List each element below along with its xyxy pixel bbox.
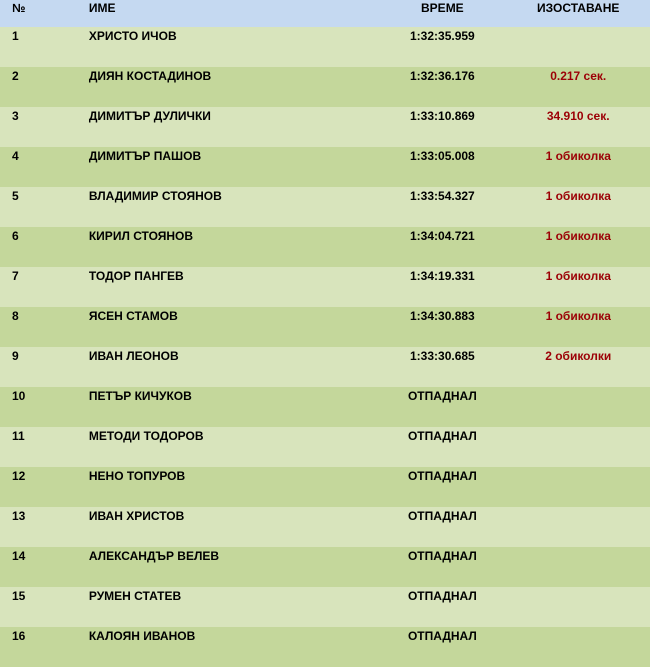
cell-gap xyxy=(506,427,650,467)
cell-gap: 2 обиколки xyxy=(545,349,612,363)
cell-gap: 1 обиколка xyxy=(545,269,611,283)
table-row: 16 КАЛОЯН ИВАНОВ ОТПАДНАЛ xyxy=(0,627,650,667)
table-row: 4 ДИМИТЪР ПАШОВ 1:33:05.008 1 обиколка xyxy=(0,147,650,187)
table-row: 15 РУМЕН СТАТЕВ ОТПАДНАЛ xyxy=(0,587,650,627)
column-header-gap: ИЗОСТАВАНЕ xyxy=(537,1,620,15)
cell-name: ИВАН ЛЕОНОВ xyxy=(88,349,179,363)
cell-name: ТОДОР ПАНГЕВ xyxy=(88,269,184,283)
results-body: 1 ХРИСТО ИЧОВ 1:32:35.959 2 ДИЯН КОСТАДИНОВ 1… xyxy=(0,27,650,667)
column-header-name: ИМЕ xyxy=(88,1,116,15)
cell-time: 1:34:19.331 xyxy=(410,269,475,283)
cell-position: 8 xyxy=(12,309,19,323)
table-row: 12 НЕНО ТОПУРОВ ОТПАДНАЛ xyxy=(0,467,650,507)
cell-name: ПЕТЪР КИЧУКОВ xyxy=(88,389,192,403)
cell-position: 15 xyxy=(12,589,26,603)
table-row: 3 ДИМИТЪР ДУЛИЧКИ 1:33:10.869 34.910 сек. xyxy=(0,107,650,147)
cell-time: ОТПАДНАЛ xyxy=(407,389,477,403)
cell-name: ДИМИТЪР ДУЛИЧКИ xyxy=(88,109,211,123)
cell-name: КИРИЛ СТОЯНОВ xyxy=(88,229,194,243)
cell-gap xyxy=(506,587,650,627)
table-row: 13 ИВАН ХРИСТОВ ОТПАДНАЛ xyxy=(0,507,650,547)
cell-position: 5 xyxy=(12,189,19,203)
table-row: 1 ХРИСТО ИЧОВ 1:32:35.959 xyxy=(0,27,650,67)
cell-name: КАЛОЯН ИВАНОВ xyxy=(88,629,196,643)
cell-position: 14 xyxy=(12,549,26,563)
cell-position: 2 xyxy=(12,69,19,83)
table-row: 7 ТОДОР ПАНГЕВ 1:34:19.331 1 обиколка xyxy=(0,267,650,307)
cell-gap xyxy=(506,627,650,667)
cell-time: ОТПАДНАЛ xyxy=(407,509,477,523)
cell-gap xyxy=(506,27,650,67)
table-row: 9 ИВАН ЛЕОНОВ 1:33:30.685 2 обиколки xyxy=(0,347,650,387)
table-row: 14 АЛЕКСАНДЪР ВЕЛЕВ ОТПАДНАЛ xyxy=(0,547,650,587)
cell-position: 12 xyxy=(12,469,26,483)
cell-gap xyxy=(506,547,650,587)
cell-time: 1:34:30.883 xyxy=(410,309,475,323)
cell-time: ОТПАДНАЛ xyxy=(407,629,477,643)
cell-name: ВЛАДИМИР СТОЯНОВ xyxy=(88,189,222,203)
cell-position: 16 xyxy=(12,629,26,643)
cell-position: 9 xyxy=(12,349,19,363)
cell-position: 6 xyxy=(12,229,19,243)
cell-name: ДИЯН КОСТАДИНОВ xyxy=(88,69,212,83)
cell-time: 1:33:10.869 xyxy=(410,109,475,123)
cell-gap: 1 обиколка xyxy=(545,149,611,163)
cell-gap: 0.217 сек. xyxy=(550,69,607,83)
cell-name: ДИМИТЪР ПАШОВ xyxy=(88,149,202,163)
table-row: 10 ПЕТЪР КИЧУКОВ ОТПАДНАЛ xyxy=(0,387,650,427)
cell-gap xyxy=(506,387,650,427)
cell-time: 1:33:30.685 xyxy=(410,349,475,363)
cell-name: РУМЕН СТАТЕВ xyxy=(88,589,182,603)
cell-position: 3 xyxy=(12,109,19,123)
cell-time: 1:32:35.959 xyxy=(410,29,475,43)
cell-name: ХРИСТО ИЧОВ xyxy=(88,29,177,43)
table-row: 2 ДИЯН КОСТАДИНОВ 1:32:36.176 0.217 сек. xyxy=(0,67,650,107)
table-row: 6 КИРИЛ СТОЯНОВ 1:34:04.721 1 обиколка xyxy=(0,227,650,267)
cell-name: ЯСЕН СТАМОВ xyxy=(88,309,178,323)
cell-time: 1:33:05.008 xyxy=(410,149,475,163)
table-row: 8 ЯСЕН СТАМОВ 1:34:30.883 1 обиколка xyxy=(0,307,650,347)
cell-position: 1 xyxy=(12,29,19,43)
cell-time: ОТПАДНАЛ xyxy=(407,589,477,603)
cell-position: 11 xyxy=(12,429,25,443)
cell-position: 13 xyxy=(12,509,26,523)
cell-gap xyxy=(506,507,650,547)
cell-time: 1:34:04.721 xyxy=(410,229,475,243)
cell-position: 7 xyxy=(12,269,19,283)
cell-time: ОТПАДНАЛ xyxy=(407,549,477,563)
cell-name: АЛЕКСАНДЪР ВЕЛЕВ xyxy=(88,549,220,563)
results-table: № ИМЕ ВРЕМЕ ИЗОСТАВАНЕ 1 ХРИСТО ИЧОВ 1:32:… xyxy=(0,0,650,667)
cell-name: ИВАН ХРИСТОВ xyxy=(88,509,185,523)
cell-gap: 1 обиколка xyxy=(545,189,611,203)
column-header-position: № xyxy=(12,1,26,15)
cell-name: МЕТОДИ ТОДОРОВ xyxy=(88,429,204,443)
cell-name: НЕНО ТОПУРОВ xyxy=(88,469,186,483)
table-header-row: № ИМЕ ВРЕМЕ ИЗОСТАВАНЕ xyxy=(0,0,650,27)
cell-gap xyxy=(506,467,650,507)
cell-position: 10 xyxy=(12,389,26,403)
cell-gap: 1 обиколка xyxy=(545,309,611,323)
cell-time: ОТПАДНАЛ xyxy=(407,469,477,483)
cell-time: 1:32:36.176 xyxy=(410,69,475,83)
cell-time: 1:33:54.327 xyxy=(410,189,475,203)
cell-gap: 1 обиколка xyxy=(545,229,611,243)
table-row: 5 ВЛАДИМИР СТОЯНОВ 1:33:54.327 1 обиколка xyxy=(0,187,650,227)
cell-time: ОТПАДНАЛ xyxy=(407,429,477,443)
column-header-time: ВРЕМЕ xyxy=(421,1,464,15)
table-row: 11 МЕТОДИ ТОДОРОВ ОТПАДНАЛ xyxy=(0,427,650,467)
cell-position: 4 xyxy=(12,149,19,163)
cell-gap: 34.910 сек. xyxy=(546,109,610,123)
